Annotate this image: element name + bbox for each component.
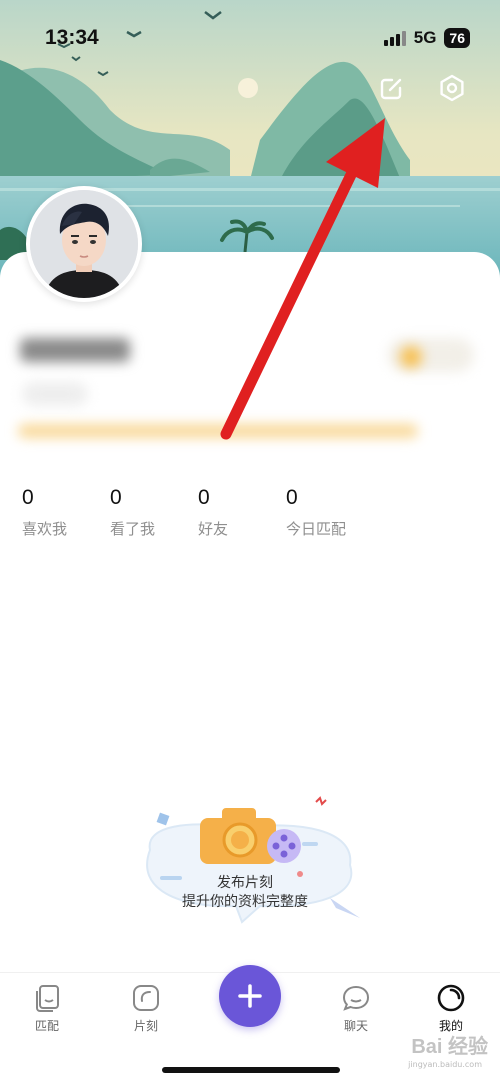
stat-value: 0	[198, 486, 210, 509]
profile-ring-icon	[437, 984, 465, 1012]
coin-icon	[400, 346, 422, 368]
stat-today-matches[interactable]: 0 今日匹配	[286, 486, 374, 539]
status-bar: 13:34 5G 76	[0, 0, 500, 80]
stat-label: 今日匹配	[286, 520, 347, 538]
empty-state-text: 发布片刻 提升你的资料完整度	[130, 874, 360, 912]
settings-button[interactable]	[436, 72, 468, 104]
stat-liked-me[interactable]: 0 喜欢我	[22, 486, 110, 539]
tab-label: 片刻	[133, 1019, 158, 1033]
status-time: 13:34	[45, 26, 99, 49]
profile-card	[0, 252, 500, 1083]
watermark: Bai 经验	[411, 1036, 488, 1058]
profile-progress-blurred	[18, 424, 418, 438]
moment-icon	[133, 985, 159, 1011]
home-indicator	[162, 1067, 340, 1073]
edit-profile-button[interactable]	[376, 72, 408, 104]
tab-label: 聊天	[343, 1019, 368, 1033]
status-indicators: 5G 76	[383, 28, 470, 48]
stat-value: 0	[110, 486, 122, 509]
cards-icon	[36, 985, 59, 1012]
stat-label: 好友	[198, 520, 229, 538]
empty-state-subtitle: 提升你的资料完整度	[182, 894, 308, 910]
stat-viewed-me[interactable]: 0 看了我	[110, 486, 198, 539]
avatar[interactable]	[26, 186, 142, 302]
camera-illustration	[146, 796, 360, 924]
stat-label: 看了我	[110, 520, 156, 538]
stat-label: 喜欢我	[22, 520, 68, 538]
tab-match[interactable]: 匹配	[12, 983, 82, 1034]
edit-icon	[380, 78, 402, 100]
username-blurred	[20, 338, 130, 362]
stat-value: 0	[286, 486, 298, 509]
tab-chat[interactable]: 聊天	[321, 983, 391, 1034]
tab-moment[interactable]: 片刻	[111, 983, 181, 1034]
plus-icon	[238, 984, 262, 1008]
empty-state-title: 发布片刻	[217, 875, 273, 891]
network-type: 5G	[413, 28, 437, 47]
tab-label: 匹配	[34, 1019, 59, 1033]
publish-button[interactable]	[219, 965, 281, 1027]
chat-bubble-icon	[342, 985, 370, 1011]
watermark-url: jingyan.baidu.com	[408, 1060, 482, 1069]
stat-value: 0	[22, 486, 34, 509]
user-tag-blurred	[22, 382, 88, 406]
avatar-illustration	[30, 190, 138, 298]
battery-level: 76	[444, 28, 470, 48]
tab-mine[interactable]: 我的	[416, 983, 486, 1034]
publish-moment-empty-state[interactable]: 发布片刻 提升你的资料完整度	[130, 790, 370, 940]
stats-row: 0 喜欢我 0 看了我 0 好友 0 今日匹配	[22, 486, 374, 539]
stat-friends[interactable]: 0 好友	[198, 486, 286, 539]
settings-hexagon-icon	[440, 74, 464, 102]
cellular-signal-icon	[383, 30, 406, 46]
